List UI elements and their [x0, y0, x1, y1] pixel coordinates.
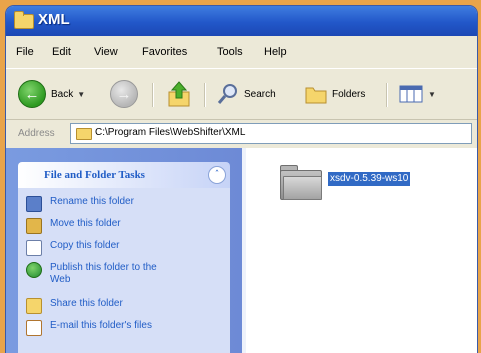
task-share[interactable]: Share this folder: [26, 298, 222, 314]
panel-title: File and Folder Tasks: [44, 169, 145, 181]
explorer-window: XML File Edit View Favorites Tools Help …: [6, 6, 477, 353]
menu-bar: File Edit View Favorites Tools Help: [6, 42, 477, 64]
title-bar[interactable]: XML: [6, 6, 477, 36]
toolbar-separator: [152, 83, 154, 107]
back-button[interactable]: ← Back ▼: [18, 79, 85, 109]
task-move[interactable]: Move this folder: [26, 218, 222, 234]
search-label: Search: [244, 88, 276, 100]
up-folder-icon: [168, 81, 190, 107]
menu-tools[interactable]: Tools: [217, 46, 243, 58]
folder-name-label[interactable]: xsdv-0.5.39-ws10: [328, 172, 411, 186]
folder-icon[interactable]: [280, 164, 322, 200]
publish-icon: [26, 262, 42, 278]
menu-view[interactable]: View: [94, 46, 118, 58]
menu-favorites[interactable]: Favorites: [142, 46, 187, 58]
task-label: Copy this folder: [50, 240, 120, 251]
folder-icon: [14, 11, 34, 29]
share-icon: [26, 298, 42, 314]
task-email[interactable]: E-mail this folder's files: [26, 320, 222, 336]
file-list: xsdv-0.5.39-ws10: [246, 148, 477, 353]
move-icon: [26, 218, 42, 234]
folders-button[interactable]: Folders: [304, 79, 365, 109]
address-bar: Address C:\Program Files\WebShifter\XML: [6, 119, 477, 147]
menu-file[interactable]: File: [16, 46, 34, 58]
up-button[interactable]: [166, 79, 192, 109]
toolbar-separator: [386, 83, 388, 107]
chevron-down-icon: ▼: [77, 89, 86, 99]
chevron-down-icon: ▼: [428, 89, 436, 99]
forward-button[interactable]: →: [110, 79, 138, 109]
address-label: Address: [18, 128, 55, 139]
back-label: Back: [51, 88, 74, 100]
folders-icon: [305, 87, 327, 104]
task-label: Move this folder: [50, 218, 121, 229]
task-label: E-mail this folder's files: [50, 320, 152, 331]
menu-help[interactable]: Help: [264, 46, 287, 58]
address-path: C:\Program Files\WebShifter\XML: [95, 127, 246, 138]
task-rename[interactable]: Rename this folder: [26, 196, 222, 212]
collapse-chevron-icon[interactable]: ˆ: [208, 166, 226, 184]
explorer-content: File and Folder Tasks ˆ Rename this fold…: [6, 148, 477, 353]
search-icon: [217, 84, 237, 104]
address-field[interactable]: C:\Program Files\WebShifter\XML: [70, 123, 472, 144]
forward-arrow-icon: →: [110, 80, 138, 108]
toolbar: ← Back ▼ → Search Folders ▼: [6, 68, 477, 120]
task-publish[interactable]: Publish this folder to the Web: [26, 262, 222, 286]
task-pane: File and Folder Tasks ˆ Rename this fold…: [6, 148, 242, 353]
rename-icon: [26, 196, 42, 212]
folders-label: Folders: [332, 88, 366, 100]
menu-edit[interactable]: Edit: [52, 46, 71, 58]
toolbar-separator: [204, 83, 206, 107]
task-label: Publish this folder to the Web: [50, 262, 157, 285]
task-label: Rename this folder: [50, 196, 134, 207]
task-label: Share this folder: [50, 298, 123, 309]
file-folder-tasks-panel: Rename this folder Move this folder Copy…: [18, 188, 230, 353]
file-folder-tasks-header[interactable]: File and Folder Tasks ˆ: [18, 162, 230, 188]
copy-icon: [26, 240, 42, 256]
email-icon: [26, 320, 42, 336]
back-arrow-icon: ←: [18, 80, 46, 108]
window-title: XML: [38, 11, 70, 28]
folder-icon: [76, 128, 92, 140]
search-button[interactable]: Search: [216, 79, 276, 109]
task-copy[interactable]: Copy this folder: [26, 240, 222, 256]
views-button[interactable]: ▼: [398, 79, 436, 109]
views-icon: [399, 85, 423, 103]
